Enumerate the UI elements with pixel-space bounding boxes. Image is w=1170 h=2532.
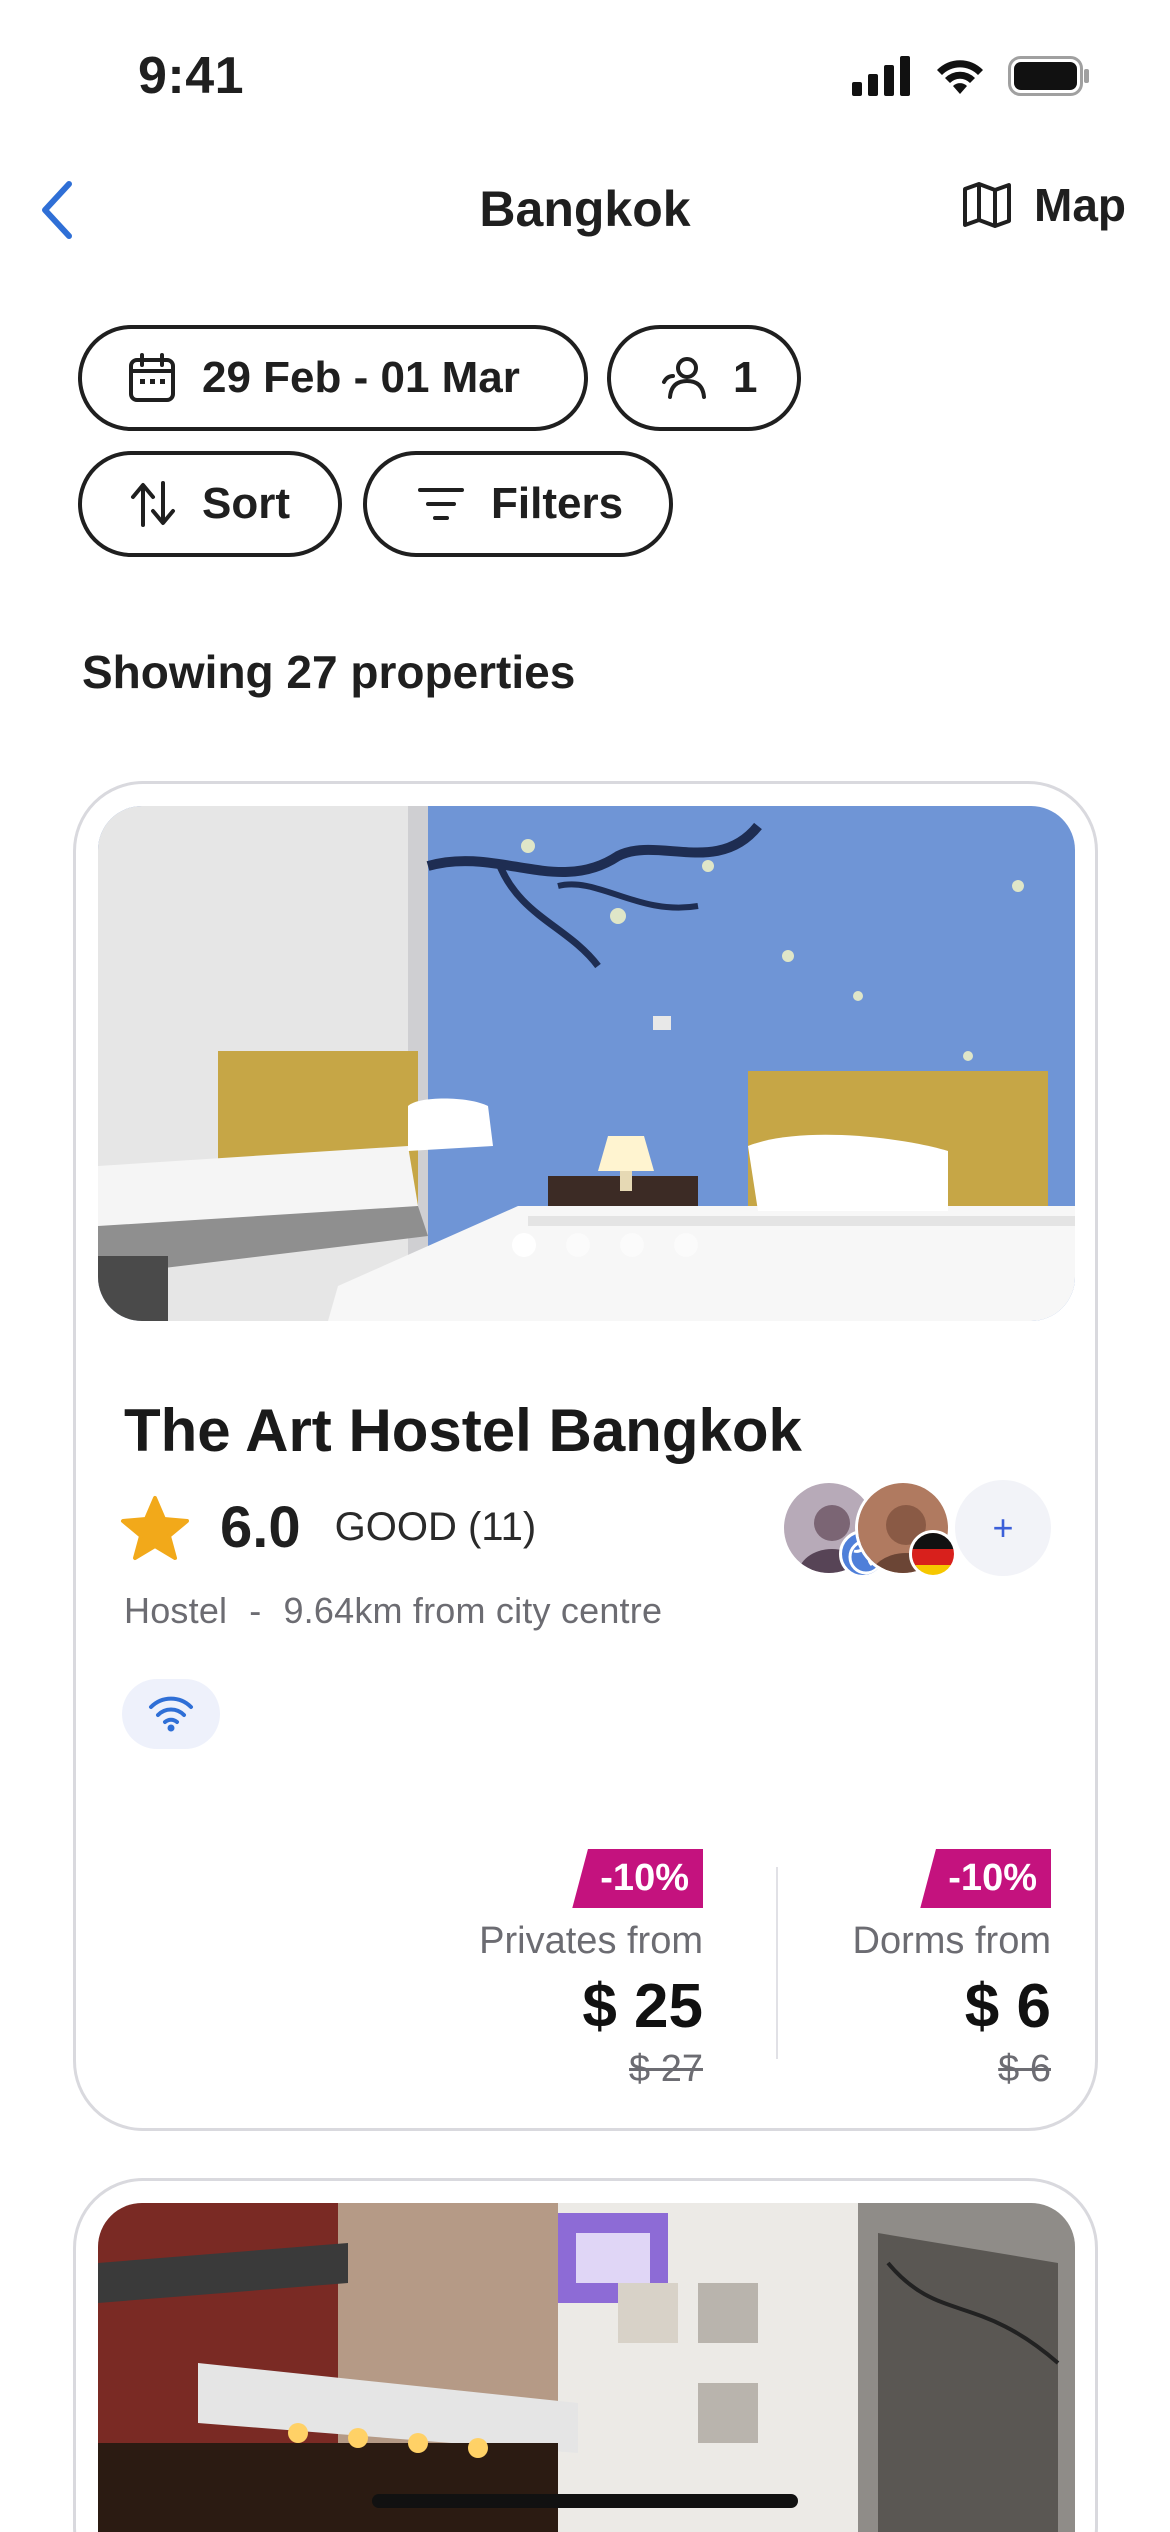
german-flag-icon [909, 1530, 957, 1578]
sort-label: Sort [202, 479, 290, 528]
rating-value: 6.0 [220, 1495, 301, 1560]
privates-price-value: $ 25 [582, 1972, 703, 2041]
sort-icon [130, 479, 176, 529]
dorms-old-price: $ 6 [998, 2048, 1051, 2090]
pagination-dot[interactable] [565, 1233, 590, 1257]
more-travellers-button[interactable]: + [955, 1480, 1051, 1576]
map-icon [963, 182, 1011, 228]
rating-row: 6.0 GOOD (11) [120, 1494, 536, 1561]
cellular-signal-icon [852, 56, 910, 96]
meta-separator: - [249, 1590, 262, 1631]
filters-chip[interactable]: Filters [363, 451, 673, 557]
calendar-icon [128, 353, 176, 403]
battery-icon [1008, 56, 1089, 96]
privates-price[interactable]: -10% Privates from $ 25 $ 27 [403, 1849, 703, 2091]
dorms-price-value: $ 6 [964, 1972, 1051, 2041]
privates-discount-badge: -10% [572, 1849, 703, 1908]
dorms-discount-badge: -10% [920, 1849, 1051, 1908]
dates-chip[interactable]: 29 Feb - 01 Mar [78, 325, 588, 431]
pagination-dot[interactable] [673, 1233, 698, 1257]
status-bar: 9:41 [0, 0, 1170, 150]
property-meta: Hostel -9.64km from city centre [124, 1590, 662, 1632]
privates-label: Privates from [479, 1920, 703, 1962]
guests-count: 1 [733, 353, 758, 402]
status-icons [852, 56, 1090, 96]
travellers-avatars[interactable]: + [781, 1480, 1051, 1580]
property-card[interactable] [73, 2178, 1098, 2532]
pagination-dot-active[interactable] [511, 1233, 536, 1257]
rating-label: GOOD (11) [334, 1505, 537, 1549]
property-type: Hostel [124, 1590, 228, 1631]
wifi-icon [149, 1696, 193, 1732]
wifi-status-icon [937, 60, 983, 94]
navigation-bar: Bangkok Map [0, 160, 1170, 260]
sort-chip[interactable]: Sort [78, 451, 342, 557]
photo-pagination [98, 1233, 1075, 1257]
status-time: 9:41 [138, 47, 245, 105]
pagination-dot[interactable] [619, 1233, 644, 1257]
property-photo[interactable] [98, 806, 1075, 1321]
guests-chip[interactable]: 1 [607, 325, 801, 431]
privates-old-price: $ 27 [629, 2048, 703, 2090]
property-distance: 9.64km from city centre [283, 1590, 663, 1631]
property-card[interactable]: The Art Hostel Bangkok 6.0 GOOD (11) + H… [73, 781, 1098, 2131]
property-name[interactable]: The Art Hostel Bangkok [124, 1396, 802, 1465]
guests-icon [661, 356, 707, 400]
property-photo[interactable] [98, 2203, 1075, 2532]
map-button[interactable]: Map [962, 178, 1126, 232]
home-indicator [372, 2494, 798, 2508]
filters-label: Filters [491, 479, 624, 528]
amenity-wifi [122, 1679, 220, 1749]
filters-icon [417, 484, 465, 524]
dorms-label: Dorms from [852, 1920, 1051, 1962]
map-label: Map [1034, 179, 1126, 231]
star-icon [121, 1495, 189, 1560]
results-count: Showing 27 properties [82, 646, 576, 698]
dorms-price[interactable]: -10% Dorms from $ 6 $ 6 [751, 1849, 1051, 2091]
dates-label: 29 Feb - 01 Mar [202, 353, 520, 402]
